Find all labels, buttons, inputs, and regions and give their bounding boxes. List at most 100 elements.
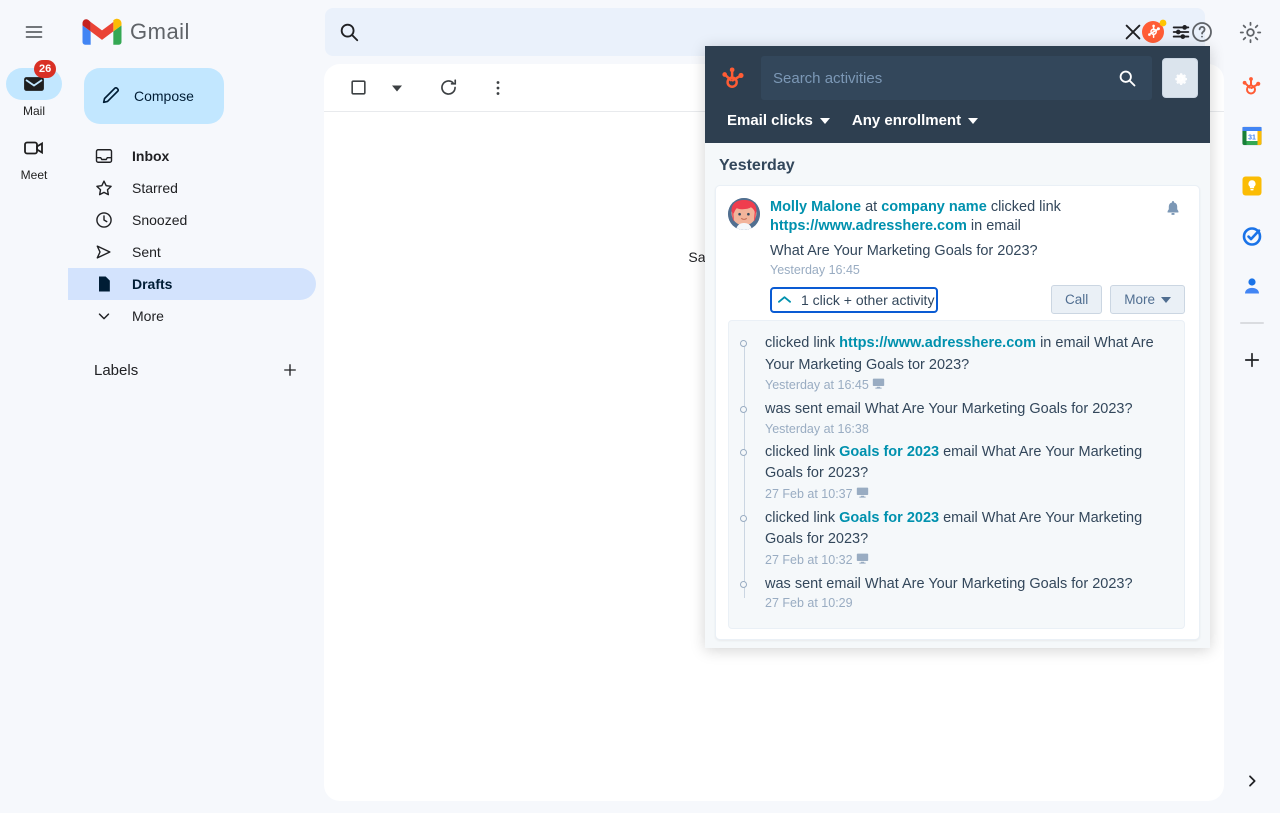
activity-search-input[interactable] bbox=[773, 69, 1114, 87]
activity-day-label: Yesterday bbox=[719, 157, 795, 174]
sidebar-item-inbox[interactable]: Inbox bbox=[68, 140, 316, 172]
refresh-icon[interactable] bbox=[428, 68, 468, 108]
timeline-text: clicked link Goals for 2023 email What A… bbox=[765, 508, 1170, 551]
search-icon[interactable] bbox=[1114, 68, 1140, 88]
timeline-link[interactable]: Goals for 2023 bbox=[839, 510, 939, 526]
gmail-sidebar: Compose Inbox Starred Snoozed Sent Draft… bbox=[68, 64, 324, 813]
expand-activity-toggle[interactable]: 1 click + other activity bbox=[770, 286, 939, 313]
filter-email-clicks-label: Email clicks bbox=[727, 112, 813, 129]
hubspot-icon[interactable] bbox=[1236, 70, 1268, 102]
timeline-dot bbox=[740, 448, 747, 456]
activity-card-actions: 1 click + other activity Call More bbox=[728, 285, 1185, 314]
gmail-m-icon bbox=[82, 18, 122, 45]
sidebar-item-label: More bbox=[132, 308, 164, 324]
headline-at: at bbox=[865, 199, 878, 215]
chevron-right-icon[interactable] bbox=[1234, 763, 1270, 799]
call-button[interactable]: Call bbox=[1050, 285, 1103, 314]
chevron-down-icon bbox=[819, 117, 830, 124]
chevron-down-icon bbox=[968, 117, 979, 124]
svg-text:31: 31 bbox=[1248, 135, 1256, 142]
more-vertical-icon[interactable] bbox=[478, 68, 518, 108]
search-icon[interactable] bbox=[325, 21, 373, 43]
select-all-caret-icon[interactable] bbox=[384, 68, 410, 108]
more-button-label: More bbox=[1124, 292, 1155, 307]
rail-divider bbox=[1240, 322, 1264, 324]
sidebar-item-snoozed[interactable]: Snoozed bbox=[68, 204, 316, 236]
send-icon bbox=[94, 242, 114, 262]
rail-item-label-mail: Mail bbox=[22, 104, 45, 118]
timeline-link[interactable]: https://www.adresshere.com bbox=[839, 335, 1036, 351]
timeline-time-row: 27 Feb at 10:32 bbox=[765, 552, 1170, 568]
folder-list: Inbox Starred Snoozed Sent Drafts More bbox=[68, 140, 324, 332]
timeline-axis bbox=[744, 343, 745, 598]
bell-icon[interactable] bbox=[1161, 198, 1185, 277]
gear-icon[interactable] bbox=[1162, 58, 1198, 98]
clicked-url-link[interactable]: https://www.adresshere.com bbox=[770, 218, 967, 234]
rail-item-mail[interactable]: 26 Mail bbox=[2, 60, 66, 118]
sidebar-item-label: Snoozed bbox=[132, 212, 188, 228]
filter-enrollment[interactable]: Any enrollment bbox=[851, 112, 979, 129]
rail-item-label-meet: Meet bbox=[20, 168, 48, 182]
timeline-time: Yesterday at 16:38 bbox=[765, 421, 869, 436]
desktop-icon bbox=[856, 486, 869, 502]
google-keep-icon[interactable] bbox=[1236, 170, 1268, 202]
search-input[interactable] bbox=[373, 23, 1109, 41]
sidebar-item-sent[interactable]: Sent bbox=[68, 236, 316, 268]
hamburger-icon[interactable] bbox=[10, 8, 58, 56]
add-label-button[interactable] bbox=[276, 356, 304, 384]
hubspot-filter-row: Email clicks Any enrollment bbox=[717, 100, 1198, 143]
timeline-text: clicked link Goals for 2023 email What A… bbox=[765, 442, 1170, 485]
timeline-text: was sent email What Are Your Marketing G… bbox=[765, 399, 1170, 421]
select-all-checkbox[interactable] bbox=[336, 68, 380, 108]
hubspot-activity-feed[interactable]: Yesterday Molly Malone at company name c… bbox=[705, 143, 1210, 648]
timeline-link[interactable]: Goals for 2023 bbox=[839, 444, 939, 460]
google-contacts-icon[interactable] bbox=[1236, 270, 1268, 302]
timeline-dot bbox=[740, 406, 747, 413]
timeline-item: was sent email What Are Your Marketing G… bbox=[740, 399, 1170, 442]
timeline-item: clicked link Goals for 2023 email What A… bbox=[740, 508, 1170, 574]
filter-enrollment-label: Any enrollment bbox=[851, 112, 962, 129]
timeline-time: 27 Feb at 10:29 bbox=[765, 596, 853, 610]
sidebar-item-label: Drafts bbox=[132, 276, 173, 292]
activity-card-header: Molly Malone at company name clicked lin… bbox=[728, 198, 1185, 277]
timeline-time: 27 Feb at 10:32 bbox=[765, 552, 853, 567]
mail-unread-badge: 26 bbox=[34, 60, 57, 78]
labels-section: Labels bbox=[68, 354, 324, 386]
timeline-prefix: clicked link bbox=[765, 509, 836, 526]
compose-button[interactable]: Compose bbox=[84, 68, 224, 124]
settings-gear-icon[interactable] bbox=[1228, 10, 1272, 54]
sidebar-item-more[interactable]: More bbox=[68, 300, 316, 332]
activity-timeline: clicked link https://www.adresshere.com … bbox=[728, 320, 1185, 629]
sidebar-item-label: Sent bbox=[132, 244, 161, 260]
google-tasks-icon[interactable] bbox=[1236, 220, 1268, 252]
activity-card-body: Molly Malone at company name clicked lin… bbox=[770, 198, 1151, 277]
pencil-icon bbox=[100, 84, 122, 109]
draft-icon bbox=[94, 274, 114, 294]
sidebar-item-starred[interactable]: Starred bbox=[68, 172, 316, 204]
sidebar-item-label: Starred bbox=[132, 180, 178, 196]
timeline-time: Yesterday at 16:45 bbox=[765, 378, 869, 392]
chevron-down-icon bbox=[94, 307, 114, 325]
timeline-time-row: Yesterday at 16:45 bbox=[765, 377, 1170, 393]
rail-item-meet[interactable]: Meet bbox=[2, 132, 66, 182]
timeline-list: clicked link https://www.adresshere.com … bbox=[729, 333, 1170, 616]
timeline-dot bbox=[740, 514, 747, 522]
desktop-icon bbox=[872, 377, 885, 393]
timeline-time-row: 27 Feb at 10:37 bbox=[765, 486, 1170, 502]
filter-email-clicks[interactable]: Email clicks bbox=[727, 112, 830, 129]
company-name-link[interactable]: company name bbox=[881, 199, 987, 215]
timeline-time-row: 27 Feb at 10:29 bbox=[765, 596, 1170, 610]
contact-name-link[interactable]: Molly Malone bbox=[770, 199, 861, 215]
hubspot-search-box[interactable] bbox=[761, 56, 1152, 100]
hubspot-activity-panel: Email clicks Any enrollment Yesterday bbox=[705, 46, 1210, 648]
headline-in-email: in email bbox=[970, 218, 1021, 234]
timeline-text: clicked link https://www.adresshere.com … bbox=[765, 333, 1170, 376]
gmail-addon-rail: 31 bbox=[1224, 56, 1280, 813]
google-calendar-icon[interactable]: 31 bbox=[1236, 120, 1268, 152]
more-button[interactable]: More bbox=[1110, 285, 1185, 314]
hubspot-panel-header: Email clicks Any enrollment bbox=[705, 46, 1210, 143]
activity-card: Molly Malone at company name clicked lin… bbox=[715, 185, 1200, 640]
sidebar-item-drafts[interactable]: Drafts bbox=[68, 268, 316, 300]
add-addon-button[interactable] bbox=[1236, 344, 1268, 376]
activity-card-buttons: Call More bbox=[1050, 285, 1185, 314]
